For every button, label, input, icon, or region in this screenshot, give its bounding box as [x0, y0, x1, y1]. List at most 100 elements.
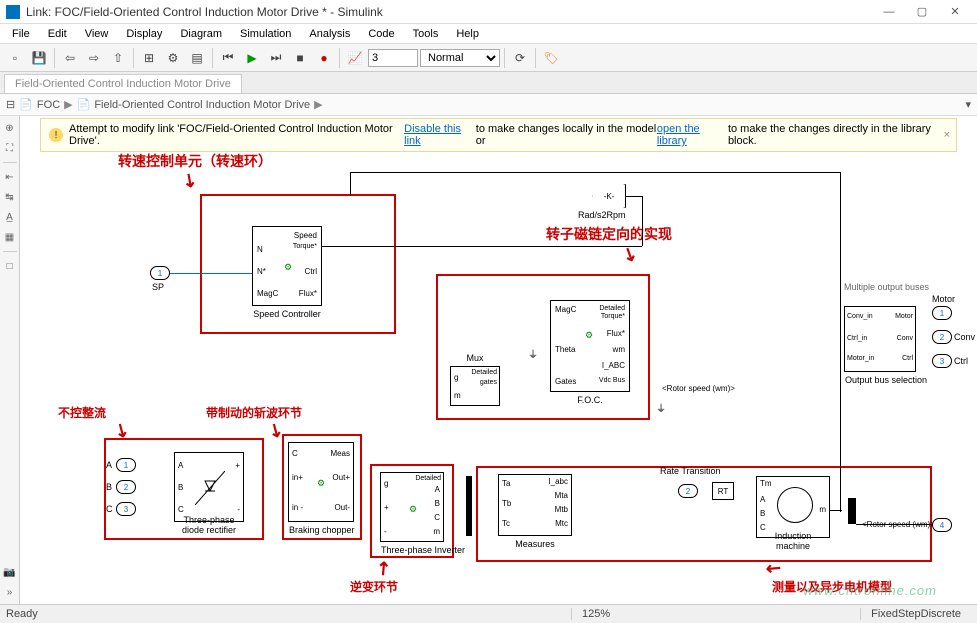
menu-analysis[interactable]: Analysis [301, 26, 358, 42]
menu-help[interactable]: Help [448, 26, 487, 42]
step-forward-button[interactable]: ⏭ [265, 47, 287, 69]
inport-b[interactable]: 2 [116, 480, 136, 494]
arrow-icon: ↘ [264, 418, 288, 444]
hide-browser-icon[interactable]: ⊟ [6, 98, 15, 111]
model-tab[interactable]: Field-Oriented Control Induction Motor D… [4, 74, 242, 93]
back-nav-icon[interactable]: ⇤ [2, 169, 18, 185]
save-button[interactable]: 💾 [28, 47, 50, 69]
breadcrumb-current[interactable]: Field-Oriented Control Induction Motor D… [94, 99, 310, 111]
block-output-bus[interactable]: Conv_in Ctrl_in Motor_in Motor Conv Ctrl… [844, 306, 916, 372]
menu-edit[interactable]: Edit [40, 26, 75, 42]
forward-button[interactable]: ⇨ [83, 47, 105, 69]
fit-icon[interactable]: ⛶ [2, 140, 18, 156]
out-motor-label: Motor [932, 294, 955, 304]
breadcrumb-arrow-icon: ▶ [64, 98, 72, 111]
record-button[interactable]: ● [313, 47, 335, 69]
dropdown-icon[interactable]: ▾ [965, 98, 971, 111]
find-icon[interactable]: » [2, 584, 18, 600]
menu-view[interactable]: View [77, 26, 117, 42]
up-button[interactable]: ⇧ [107, 47, 129, 69]
stop-button[interactable]: ■ [289, 47, 311, 69]
run-button[interactable]: ▶ [241, 47, 263, 69]
ground-icon: ⏚ [656, 400, 666, 415]
mux-label: Mux [451, 353, 499, 363]
warning-icon: ! [49, 128, 63, 142]
outport-4[interactable]: 4 [932, 518, 952, 532]
viewmark-icon[interactable]: □ [2, 258, 18, 274]
notice-bar: ! Attempt to modify link 'FOC/Field-Orie… [40, 118, 957, 152]
measures-label: Measures [499, 539, 571, 549]
block-chopper[interactable]: C in+ in - Meas Out+ Out- ⚙ Braking chop… [288, 442, 354, 522]
anno-chopper: 带制动的斩波环节 [206, 404, 302, 421]
status-ready: Ready [6, 608, 571, 620]
inverter-label: Three-phase Inverter [381, 545, 443, 555]
breadcrumb-root[interactable]: FOC [37, 99, 60, 111]
block-mux[interactable]: Detailed gates g m Mux [450, 366, 500, 406]
rectifier-label: Three-phase diode rectifier [175, 515, 243, 535]
library-button[interactable]: ⊞ [138, 47, 160, 69]
new-button[interactable]: ▫ [4, 47, 26, 69]
notice-close-icon[interactable]: × [944, 129, 950, 141]
config-button[interactable]: ⚙ [162, 47, 184, 69]
inport-c[interactable]: 3 [116, 502, 136, 516]
back-button[interactable]: ⇦ [59, 47, 81, 69]
anno-inverter: 逆变环节 [350, 578, 398, 595]
machine-label: Induction machine [757, 531, 829, 551]
minimize-button[interactable]: — [873, 2, 905, 22]
notice-text-mid: to make changes locally in the model or [476, 123, 657, 147]
block-mux-bar[interactable] [466, 476, 472, 536]
main-area: ⊕ ⛶ ⇤ ↹ A̲ ▦ □ 📷 » ! Attempt to modify l… [0, 116, 977, 604]
breadcrumb-arrow-icon: ▶ [314, 98, 322, 111]
block-measures[interactable]: Ta Tb Tc I_abc Mta Mtb Mtc Measures [498, 474, 572, 536]
fast-restart-button[interactable]: ⟳ [509, 47, 531, 69]
status-solver[interactable]: FixedStepDiscrete [860, 608, 971, 620]
menu-display[interactable]: Display [118, 26, 170, 42]
zoom-in-icon[interactable]: ⊕ [2, 120, 18, 136]
stop-time-input[interactable] [368, 49, 418, 67]
menu-file[interactable]: File [4, 26, 38, 42]
outport-ctrl[interactable]: 3 [932, 354, 952, 368]
menu-diagram[interactable]: Diagram [172, 26, 230, 42]
maximize-button[interactable]: ▢ [906, 2, 938, 22]
speed-controller-label: Speed Controller [253, 309, 321, 319]
gain-block[interactable]: -K- [592, 184, 626, 208]
open-library-link[interactable]: open the library [657, 123, 728, 147]
badge-button[interactable]: 🏷 [540, 47, 562, 69]
dashboard-button[interactable]: 📈 [344, 47, 366, 69]
bus-selector[interactable] [848, 498, 856, 524]
block-inverter[interactable]: Detailed g + - A B C m ⚙ Three-phase Inv… [380, 472, 444, 542]
screenshot-icon[interactable]: 📷 [2, 564, 18, 580]
outport-motor[interactable]: 1 [932, 306, 952, 320]
inport-a[interactable]: 1 [116, 458, 136, 472]
menu-tools[interactable]: Tools [405, 26, 447, 42]
disable-link[interactable]: Disable this link [404, 123, 476, 147]
simulink-icon [6, 5, 20, 19]
block-rate-transition[interactable]: RT [712, 482, 734, 500]
block-foc[interactable]: Detailed MagC Torque* Flux* wm Theta I_A… [550, 300, 630, 392]
inport-rate[interactable]: 2 [678, 484, 698, 498]
out-conv-label: Conv [954, 332, 975, 342]
obs-title: Multiple output buses [844, 282, 929, 292]
outport-conv[interactable]: 2 [932, 330, 952, 344]
block-rectifier[interactable]: A B C + - Three-phase diode rectifier [174, 452, 244, 522]
explorer-button[interactable]: ▤ [186, 47, 208, 69]
sim-mode-select[interactable]: Normal [420, 49, 500, 67]
image-icon[interactable]: ▦ [2, 229, 18, 245]
menu-code[interactable]: Code [360, 26, 402, 42]
block-machine[interactable]: Tm A B C m Induction machine [756, 476, 830, 538]
status-zoom[interactable]: 125% [571, 608, 620, 620]
menubar: File Edit View Display Diagram Simulatio… [0, 24, 977, 44]
inport-sp[interactable]: 1 [150, 266, 170, 280]
toolbar: ▫ 💾 ⇦ ⇨ ⇧ ⊞ ⚙ ▤ ⏮ ▶ ⏭ ■ ● 📈 Normal ⟳ 🏷 [0, 44, 977, 72]
sample-icon[interactable]: ↹ [2, 189, 18, 205]
annotation-icon[interactable]: A̲ [2, 209, 18, 225]
window-title: Link: FOC/Field-Oriented Control Inducti… [26, 5, 873, 19]
c-label: C [106, 504, 113, 514]
close-button[interactable]: ✕ [939, 2, 971, 22]
canvas[interactable]: ! Attempt to modify link 'FOC/Field-Orie… [20, 116, 977, 604]
block-speed-controller[interactable]: Speed N N* MagC Torque* Ctrl Flux* ⚙ Spe… [252, 226, 322, 306]
menu-simulation[interactable]: Simulation [232, 26, 299, 42]
step-back-button[interactable]: ⏮ [217, 47, 239, 69]
palette: ⊕ ⛶ ⇤ ↹ A̲ ▦ □ 📷 » [0, 116, 20, 604]
tabbar: Field-Oriented Control Induction Motor D… [0, 72, 977, 94]
